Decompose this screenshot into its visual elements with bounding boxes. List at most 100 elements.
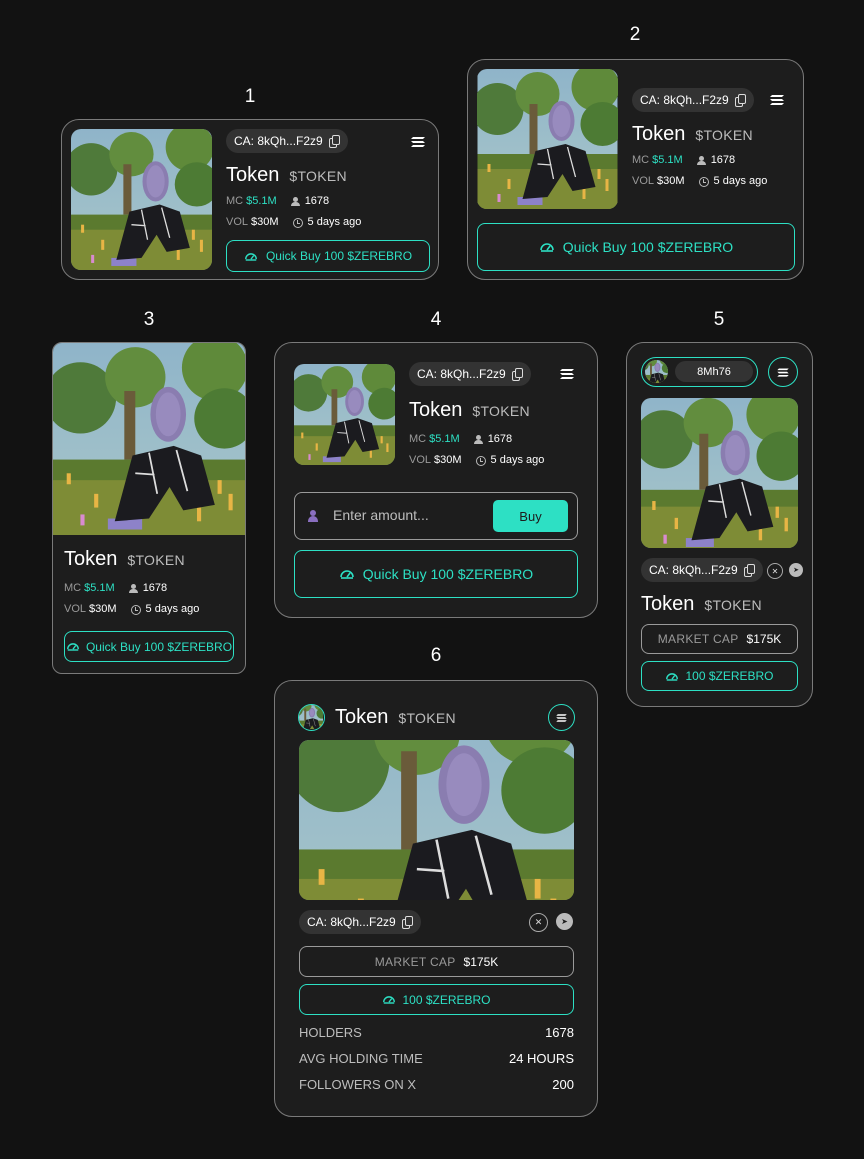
variant-4-label: 4	[430, 309, 442, 330]
contract-address-text: CA: 8kQh...F2z9	[417, 367, 506, 381]
variant-3-label: 3	[143, 309, 155, 330]
copy-icon[interactable]	[328, 134, 340, 148]
market-cap-box: MARKET CAP $175K	[299, 946, 574, 977]
token-card-variant-4: CA: 8kQh...F2z9 Token $TOKEN MC $5.1M 1678 …	[274, 342, 598, 618]
stat-label: AVG HOLDING TIME	[299, 1051, 423, 1066]
quick-buy-label: 100 $ZEREBRO	[685, 669, 774, 683]
x-icon[interactable]: ✕	[767, 563, 783, 579]
telegram-icon[interactable]: ➤	[789, 563, 803, 577]
buy-button[interactable]: Buy	[493, 500, 568, 532]
contract-address-text: CA: 8kQh...F2z9	[234, 134, 323, 148]
token-ticker: $TOKEN	[695, 127, 753, 143]
age-value: 5 days ago	[713, 175, 768, 187]
age-value: 5 days ago	[307, 216, 362, 228]
copy-icon[interactable]	[734, 93, 746, 107]
market-cap-value: $175K	[463, 954, 499, 969]
mc-value: $5.1M	[246, 195, 277, 207]
quick-buy-button[interactable]: Quick Buy 100 $ZEREBRO	[294, 550, 578, 598]
amount-input[interactable]: Enter amount...	[333, 507, 429, 523]
quick-buy-label: Quick Buy 100 $ZEREBRO	[562, 239, 734, 255]
token-name: Token	[226, 164, 280, 186]
solana-icon	[411, 137, 425, 147]
mc-label: MC	[64, 582, 82, 594]
gauge-icon	[383, 996, 396, 1004]
stat-value: 24 HOURS	[508, 1051, 574, 1066]
amount-input-group: Enter amount... Buy	[294, 492, 578, 540]
clock-icon	[130, 604, 141, 615]
token-image[interactable]	[71, 129, 212, 270]
holders-value: 1678	[710, 154, 736, 166]
vol-value: $30M	[251, 216, 279, 228]
quick-buy-label: 100 $ZEREBRO	[402, 992, 491, 1007]
mc-value: $5.1M	[84, 582, 115, 594]
market-cap-label: MARKET CAP	[374, 954, 456, 969]
token-name: Token	[335, 706, 389, 728]
gauge-icon	[67, 643, 79, 651]
quick-buy-button[interactable]: Quick Buy 100 $ZEREBRO	[477, 223, 795, 271]
token-ticker: $TOKEN	[127, 552, 185, 568]
token-image[interactable]	[477, 69, 618, 209]
mc-label: MC	[226, 195, 244, 207]
contract-address-text: CA: 8kQh...F2z9	[649, 563, 738, 577]
gauge-icon	[339, 570, 354, 579]
holders-value: 1678	[487, 433, 513, 445]
variant-5-label: 5	[713, 309, 725, 330]
telegram-icon[interactable]: ➤	[556, 913, 573, 930]
quick-buy-button[interactable]: 100 $ZEREBRO	[299, 984, 574, 1015]
token-name: Token	[632, 123, 686, 145]
variant-2-label: 2	[629, 24, 641, 45]
solana-badge[interactable]	[548, 704, 575, 731]
copy-icon[interactable]	[401, 915, 413, 929]
token-stats: MC $5.1M 1678 VOL $30M 5 days ago	[64, 578, 199, 620]
clock-icon	[698, 176, 709, 187]
token-ticker: $TOKEN	[472, 403, 530, 419]
token-stats: MC $5.1M 1678 VOL $30M 5 days ago	[409, 429, 544, 471]
token-card-variant-5: 8Mh76 CA: 8kQh...F2z9 ✕ ➤ Token $TOKEN MA…	[626, 342, 813, 707]
token-card-variant-2: CA: 8kQh...F2z9 Token $TOKEN MC $5.1M 1678 …	[467, 59, 804, 280]
stat-row-avg-holding: AVG HOLDING TIME 24 HOURS	[299, 1051, 574, 1066]
x-icon[interactable]: ✕	[529, 913, 548, 932]
token-ticker: $TOKEN	[398, 710, 456, 726]
quick-buy-label: Quick Buy 100 $ZEREBRO	[362, 566, 534, 582]
age-value: 5 days ago	[145, 603, 200, 615]
contract-address-text: CA: 8kQh...F2z9	[307, 915, 396, 929]
token-name: Token	[409, 399, 463, 421]
contract-address-chip[interactable]: CA: 8kQh...F2z9	[641, 558, 763, 582]
stat-value: 1678	[545, 1025, 574, 1040]
holders-icon	[290, 197, 300, 206]
copy-icon[interactable]	[743, 563, 755, 577]
vol-label: VOL	[64, 603, 87, 615]
copy-icon[interactable]	[511, 367, 523, 381]
gauge-icon	[539, 243, 554, 252]
contract-address-chip[interactable]: CA: 8kQh...F2z9	[632, 88, 754, 112]
token-image[interactable]	[294, 364, 395, 465]
age-value: 5 days ago	[490, 454, 545, 466]
token-card-variant-3: Token $TOKEN MC $5.1M 1678 VOL $30M 5 days ag…	[52, 342, 246, 674]
token-image[interactable]	[299, 740, 574, 900]
vol-value: $30M	[89, 603, 117, 615]
mc-value: $5.1M	[429, 433, 460, 445]
quick-buy-button[interactable]: Quick Buy 100 $ZEREBRO	[226, 240, 430, 272]
stat-value: 200	[552, 1077, 574, 1092]
stat-label: FOLLOWERS ON X	[299, 1077, 417, 1092]
solana-icon	[556, 713, 567, 722]
token-name: Token	[641, 593, 695, 615]
creator-pill[interactable]: 8Mh76	[641, 357, 758, 387]
token-image[interactable]	[53, 343, 245, 535]
token-image[interactable]	[641, 398, 798, 548]
stat-label: HOLDERS	[299, 1025, 362, 1040]
creator-id: 8Mh76	[675, 361, 753, 382]
contract-address-chip[interactable]: CA: 8kQh...F2z9	[299, 910, 421, 934]
clock-icon	[475, 455, 486, 466]
token-name: Token	[64, 548, 118, 570]
contract-address-chip[interactable]: CA: 8kQh...F2z9	[226, 129, 348, 153]
holders-icon	[473, 435, 483, 444]
contract-address-chip[interactable]: CA: 8kQh...F2z9	[409, 362, 531, 386]
token-stats: MC $5.1M 1678 VOL $30M 5 days ago	[226, 191, 361, 233]
vol-value: $30M	[434, 454, 462, 466]
quick-buy-button[interactable]: 100 $ZEREBRO	[641, 661, 798, 691]
market-cap-value: $175K	[746, 632, 782, 646]
quick-buy-button[interactable]: Quick Buy 100 $ZEREBRO	[64, 631, 234, 662]
solana-badge[interactable]	[768, 357, 798, 387]
token-ticker: $TOKEN	[704, 597, 762, 613]
